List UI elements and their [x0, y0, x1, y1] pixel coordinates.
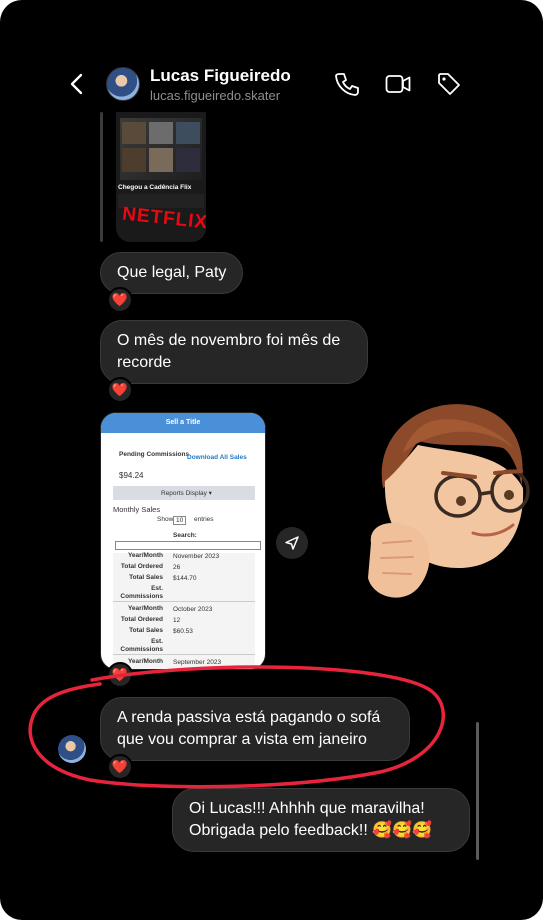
sell-title-header: Sell a Title	[101, 413, 265, 433]
table-cell: $144.70	[173, 575, 197, 582]
contact-name[interactable]: Lucas Figueiredo	[150, 66, 291, 86]
scrollbar[interactable]	[476, 722, 479, 860]
avatar[interactable]	[106, 67, 140, 101]
search-input[interactable]	[115, 541, 261, 550]
heart-reaction[interactable]: ❤️	[107, 287, 133, 313]
sales-screenshot-image[interactable]: Sell a Title Pending Commissions $94.24 …	[100, 412, 266, 670]
share-button[interactable]	[276, 527, 308, 559]
app-frame: Lucas Figueiredo lucas.figueiredo.skater…	[0, 0, 543, 920]
netflix-caption: Chegou a Cadência Flix	[118, 184, 192, 191]
table-cell: November 2023	[173, 553, 220, 560]
avatar[interactable]	[58, 735, 86, 763]
chevron-left-icon[interactable]	[66, 72, 90, 96]
tag-icon[interactable]	[436, 71, 462, 97]
pending-label: Pending Commissions	[119, 451, 190, 458]
download-link[interactable]: Download All Sales	[187, 453, 253, 463]
contact-handle[interactable]: lucas.figueiredo.skater	[150, 88, 280, 103]
heart-reaction[interactable]: ❤️	[107, 377, 133, 403]
message-bubble[interactable]: A renda passiva está pagando o sofá que …	[100, 697, 410, 761]
netflix-screenshot-image[interactable]: Chegou a Cadência Flix NETFLIX	[116, 112, 206, 242]
search-label: Search:	[173, 532, 197, 539]
phone-icon[interactable]	[334, 71, 360, 97]
monthly-label: Monthly Sales	[113, 505, 161, 514]
poster-grid	[120, 118, 202, 180]
reply-indicator	[100, 112, 103, 242]
reports-display-button[interactable]: Reports Display ▾	[161, 489, 212, 497]
chat-header: Lucas Figueiredo lucas.figueiredo.skater	[0, 62, 543, 106]
send-icon	[285, 536, 299, 550]
show-select[interactable]: 10	[173, 516, 187, 525]
table-cell: October 2023	[173, 606, 213, 613]
message-bubble[interactable]: O mês de novembro foi mês de recorde	[100, 320, 368, 384]
pending-value: $94.24	[119, 471, 144, 480]
show-label: Show	[157, 516, 174, 523]
table-cell: September 2023	[173, 659, 222, 666]
heart-reaction[interactable]: ❤️	[107, 754, 133, 780]
video-camera-icon[interactable]	[385, 71, 411, 97]
table-cell: 26	[173, 564, 181, 571]
netflix-logo: NETFLIX	[121, 203, 206, 234]
my-message-bubble[interactable]: Oi Lucas!!! Ahhhh que maravilha! Obrigad…	[172, 788, 470, 852]
memoji-sticker	[368, 404, 530, 598]
entries-label: entries	[194, 516, 214, 523]
table-cell: $60.53	[173, 628, 193, 635]
heart-reaction[interactable]: ❤️	[107, 662, 133, 688]
table-cell: 12	[173, 617, 181, 624]
